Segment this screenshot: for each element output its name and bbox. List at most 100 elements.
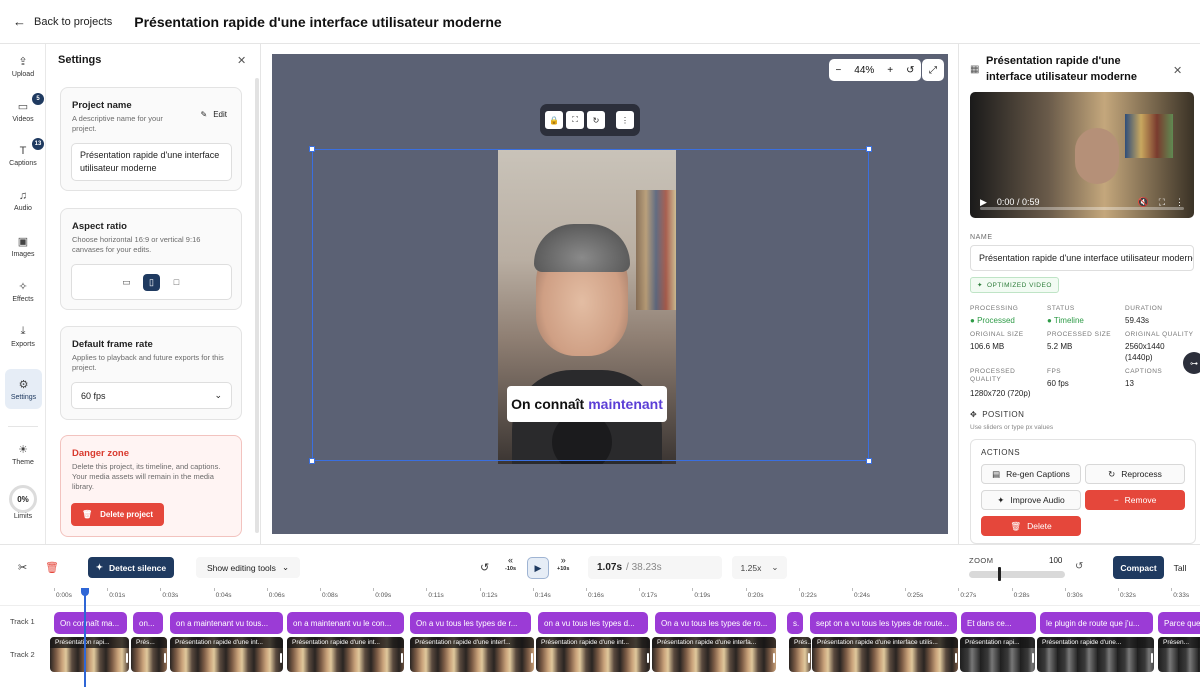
forward-10-button[interactable]: » +10s (557, 556, 569, 573)
video-clip[interactable]: Prés... (131, 637, 167, 672)
caption-clip[interactable]: le plugin de route que j'u... (1040, 612, 1153, 634)
clip-trim-handle[interactable] (126, 653, 128, 663)
tall-view-button[interactable]: Tall (1165, 556, 1195, 579)
detect-silence-button[interactable]: ✦ Detect silence (88, 557, 174, 578)
panel-toggle-icon[interactable]: ⊶ (1183, 352, 1200, 374)
playhead[interactable] (84, 588, 86, 687)
clip-trim-handle[interactable] (531, 653, 533, 663)
video-clip[interactable]: Présentation rapide d'une int... (170, 637, 283, 672)
video-clip[interactable]: Prés... (789, 637, 811, 672)
rail-item-audio[interactable]: ♫ Audio (0, 181, 46, 221)
clip-trim-handle[interactable] (280, 653, 282, 663)
rail-item-settings[interactable]: ⚙ Settings (5, 369, 42, 409)
video-name-input[interactable]: Présentation rapide d'une interface util… (970, 245, 1194, 271)
video-clip[interactable]: Présentation rapide d'une... (1037, 637, 1154, 672)
playback-speed-select[interactable]: 1.25x ⌄ (732, 556, 787, 579)
resize-handle-tl[interactable] (309, 146, 315, 152)
clip-trim-handle[interactable] (647, 653, 649, 663)
more-vertical-icon[interactable]: ⋮ (1175, 197, 1184, 208)
horizontal-monitor-icon[interactable]: ▭ (118, 274, 135, 291)
caption-clip[interactable]: on a vu tous les types d... (538, 612, 648, 634)
clip-trim-handle[interactable] (808, 653, 810, 663)
caption-clip[interactable]: on... (133, 612, 163, 634)
preview-canvas[interactable]: − 44% + ↺ ⤢ 🔒 ⛶ ↻ ⋮ On connaît maintenan… (272, 54, 948, 534)
fullscreen-icon[interactable]: ⛶ (1159, 197, 1165, 208)
show-editing-tools-toggle[interactable]: Show editing tools ⌄ (196, 557, 300, 578)
play-icon[interactable]: ▶ (980, 197, 987, 208)
rail-item-images[interactable]: ▣ Images (0, 226, 46, 266)
rail-item-upload[interactable]: ⇪ Upload (0, 46, 46, 86)
resize-handle-br[interactable] (866, 458, 872, 464)
rail-item-effects[interactable]: ✧ Effects (0, 271, 46, 311)
caption-clip[interactable]: On a vu tous les types de ro... (655, 612, 776, 634)
delete-button[interactable]: 🗑 Delete (981, 516, 1081, 536)
clip-trim-handle[interactable] (773, 653, 775, 663)
frame-rate-select[interactable]: 60 fps ⌄ (71, 382, 232, 409)
improve-audio-button[interactable]: ✦ Improve Audio (981, 490, 1081, 510)
more-vertical-icon[interactable]: ⋮ (616, 111, 634, 129)
clip-trim-handle[interactable] (164, 653, 166, 663)
video-clip[interactable]: Présentation rapide d'une interface util… (812, 637, 958, 672)
close-icon[interactable]: ✕ (1173, 64, 1182, 77)
rewind-10-button[interactable]: « -10s (505, 556, 516, 573)
caption-clip[interactable]: Parce que... (1158, 612, 1200, 634)
video-clip[interactable]: Présentation rapide d'une interf... (410, 637, 534, 672)
video-preview-player[interactable]: ▶ 0:00 / 0:59 🔇 ⛶ ⋮ (970, 92, 1194, 218)
reset-zoom-icon[interactable]: ↺ (906, 65, 914, 76)
back-to-projects-link[interactable]: ← Back to projects (13, 14, 112, 29)
clip-trim-handle[interactable] (401, 653, 403, 663)
caption-clip[interactable]: on a maintenant vu tous... (170, 612, 283, 634)
video-clip[interactable]: Présentation rapide d'une interfa... (652, 637, 776, 672)
video-clip[interactable]: Présen... (1158, 637, 1200, 672)
time-ruler[interactable]: 0:00s 0:01s 0:03s 0:04s 0:06s 0:08s 0:09s 0:11s… (0, 588, 1200, 606)
project-name-field[interactable]: Présentation rapide d'une interface util… (71, 143, 232, 181)
selection-box[interactable] (309, 146, 872, 464)
clip-trim-handle[interactable] (955, 653, 957, 663)
video-clip[interactable]: Présentation rapi... (50, 637, 129, 672)
rail-item-exports[interactable]: ⤓ Exports (0, 316, 46, 356)
playhead-handle[interactable] (81, 588, 89, 596)
video-clip[interactable]: Présentation rapide d'une int... (287, 637, 404, 672)
expand-icon[interactable]: ⤢ (922, 59, 944, 81)
lock-icon[interactable]: 🔒 (545, 111, 563, 129)
player-progress-bar[interactable] (980, 207, 1184, 210)
resize-handle-tr[interactable] (866, 146, 872, 152)
caption-clip[interactable]: s. (787, 612, 803, 634)
rail-item-videos[interactable]: ▭ Videos 5 (0, 91, 46, 131)
clip-trim-handle[interactable] (1032, 653, 1034, 663)
video-clip[interactable]: Présentation rapi... (960, 637, 1035, 672)
timeline[interactable]: 0:00s 0:01s 0:03s 0:04s 0:06s 0:08s 0:09s 0:11s… (0, 588, 1200, 687)
regen-captions-button[interactable]: ▤ Re-gen Captions (981, 464, 1081, 484)
edit-name-button[interactable]: ✎ Edit (201, 110, 228, 119)
caption-clip[interactable]: on a maintenant vu le con... (287, 612, 404, 634)
clip-trim-handle[interactable] (1151, 653, 1153, 663)
close-icon[interactable]: ✕ (237, 54, 246, 67)
zoom-out-icon[interactable]: − (835, 65, 841, 76)
fit-frame-icon[interactable]: ⛶ (566, 111, 584, 129)
square-icon[interactable]: □ (168, 274, 185, 291)
mute-icon[interactable]: 🔇 (1137, 197, 1148, 208)
theme-toggle[interactable]: ☀ Theme (0, 434, 46, 474)
caption-clip[interactable]: Et dans ce... (961, 612, 1036, 634)
resize-handle-bl[interactable] (309, 458, 315, 464)
zoom-slider-thumb[interactable] (998, 567, 1001, 581)
delete-project-button[interactable]: 🗑 Delete project (71, 503, 164, 526)
undo-icon[interactable]: ↺ (480, 561, 489, 574)
play-button[interactable]: ▶ (527, 557, 549, 579)
vertical-phone-icon[interactable]: ▯ (143, 273, 160, 291)
zoom-in-icon[interactable]: + (887, 65, 893, 76)
trash-icon[interactable]: 🗑 (45, 561, 59, 574)
settings-scrollbar[interactable] (255, 78, 259, 533)
scissors-icon[interactable]: ✂ (18, 561, 27, 574)
caption-clip[interactable]: On a vu tous les types de r... (410, 612, 531, 634)
rail-item-captions[interactable]: T Captions 13 (0, 136, 46, 176)
position-section[interactable]: ✥ POSITION (970, 410, 1024, 419)
video-clip[interactable]: Présentation rapide d'une int... (536, 637, 650, 672)
zoom-slider[interactable] (969, 571, 1065, 578)
caption-clip[interactable]: sept on a vu tous les types de route... (810, 612, 957, 634)
caption-clip[interactable]: On connaît ma... (54, 612, 127, 634)
reprocess-button[interactable]: ↻ Reprocess (1085, 464, 1185, 484)
remove-button[interactable]: − Remove (1085, 490, 1185, 510)
compact-view-button[interactable]: Compact (1113, 556, 1164, 579)
reset-zoom-icon[interactable]: ↺ (1075, 561, 1083, 572)
